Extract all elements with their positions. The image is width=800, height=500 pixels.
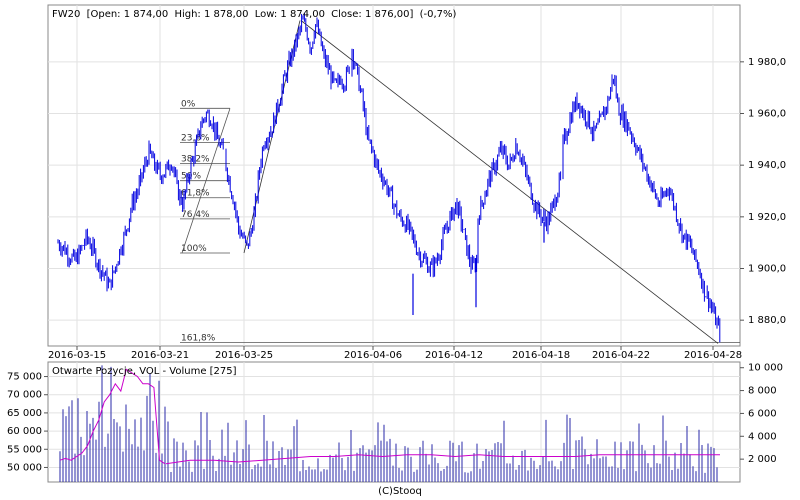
right-tick-label: 2 000: [748, 454, 777, 465]
x-tick-label: 2016-04-22: [592, 350, 650, 361]
header-close: Close: 1 876,00]: [331, 9, 413, 20]
x-tick-label: 2016-04-12: [425, 350, 483, 361]
price-panel-frame: [47, 4, 741, 347]
left-tick-label: 55 000: [7, 444, 42, 455]
chart-header: FW20 [Open: 1 874,00 High: 1 878,00 Low:…: [52, 9, 456, 20]
fib-level-label: 161,8%: [181, 333, 216, 343]
fib-level-label: 100%: [181, 244, 207, 254]
x-tick-label: 2016-04-28: [684, 350, 742, 361]
fib-level-label: 0%: [181, 99, 196, 109]
y-tick-label: 1 920,0: [748, 212, 786, 223]
x-tick-label: 2016-03-25: [215, 350, 273, 361]
header-low: Low: 1 874,00: [255, 9, 325, 20]
x-tick-label: 2016-03-21: [131, 350, 189, 361]
y-tick-label: 1 880,0: [748, 315, 786, 326]
x-tick-label: 2016-03-15: [48, 350, 106, 361]
volume-panel-title: Otwarte Pozycje, VOL - Volume [275]: [52, 366, 237, 377]
left-tick-label: 75 000: [7, 372, 42, 383]
x-tick-label: 2016-04-18: [512, 350, 570, 361]
y-tick-label: 1 960,0: [748, 109, 786, 120]
left-tick-label: 60 000: [7, 426, 42, 437]
right-tick-label: 4 000: [748, 431, 777, 442]
volume-panel-frame: [47, 361, 741, 483]
right-tick-label: 10 000: [748, 363, 783, 374]
right-tick-label: 8 000: [748, 386, 777, 397]
left-tick-label: 70 000: [7, 390, 42, 401]
x-axis: 2016-03-15 2016-03-21 2016-03-25 2016-04-06…: [48, 346, 742, 361]
right-tick-label: 6 000: [748, 408, 777, 419]
footer-copyright: (C)Stooq: [378, 486, 422, 497]
open-interest-axis: 50 000 55 000 60 000 65 000 70 000 75 000: [7, 372, 48, 473]
header-change: (-0,7%): [420, 9, 457, 20]
header-open: [Open: 1 874,00: [87, 9, 169, 20]
price-y-axis: 1 880,0 1 900,0 1 920,0 1 940,0 1 960,0 1 980…: [740, 57, 786, 326]
left-tick-label: 50 000: [7, 462, 42, 473]
left-tick-label: 65 000: [7, 408, 42, 419]
y-tick-label: 1 900,0: [748, 264, 786, 275]
x-tick-label: 2016-04-06: [344, 350, 402, 361]
volume-axis: 2 000 4 000 6 000 8 000 10 000: [740, 363, 783, 465]
header-high: High: 1 878,00: [174, 9, 248, 20]
stock-chart: 0%23,6%38,2%50%61,8%76,4%100%161,8% 1 88…: [7, 4, 786, 497]
header-symbol: FW20: [52, 9, 80, 20]
y-tick-label: 1 980,0: [748, 57, 786, 68]
y-tick-label: 1 940,0: [748, 160, 786, 171]
